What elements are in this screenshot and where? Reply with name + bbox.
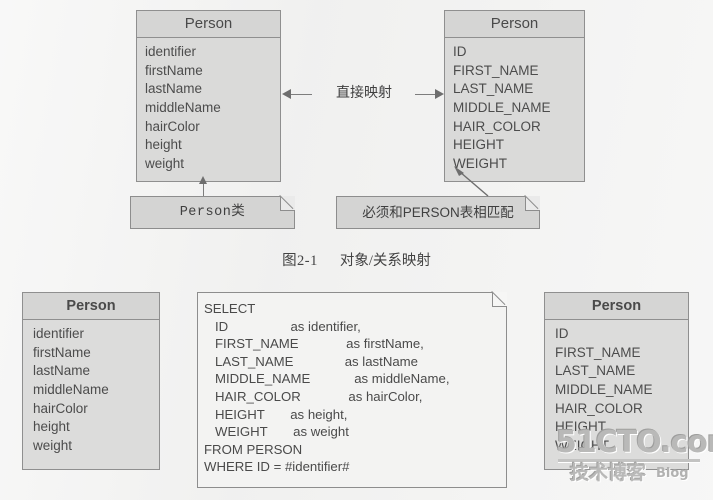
uml-attribute: FIRST_NAME — [555, 344, 641, 360]
uml-attribute: hairColor — [145, 118, 200, 134]
mapping-arrow-right — [435, 89, 444, 99]
uml-class-table-bottom: Person ID FIRST_NAME LAST_NAME MIDDLE_NA… — [544, 292, 689, 470]
note-person-class: Person类 — [130, 196, 295, 229]
note-fold-corner-icon — [280, 196, 295, 211]
bleed-through-text — [6, 60, 10, 76]
uml-attribute-list: identifier firstName lastName middleName… — [137, 38, 280, 177]
uml-attribute: identifier — [145, 44, 197, 59]
sql-query-text: SELECT ID as identifier, FIRST_NAME as f… — [204, 301, 450, 475]
uml-class-object-top: Person identifier firstName lastName mid… — [136, 10, 281, 182]
uml-attribute: WEIGHT — [555, 437, 609, 453]
figure-caption-number: 图2-1 — [282, 253, 318, 269]
note-fold-corner-icon — [525, 196, 540, 211]
uml-attribute: hairColor — [33, 400, 88, 416]
uml-attribute: weight — [33, 437, 73, 453]
uml-attribute: lastName — [145, 81, 203, 97]
uml-attribute: MIDDLE_NAME — [453, 99, 551, 115]
note-must-match-person-table: 必须和PERSON表相匹配 — [336, 196, 540, 229]
note-sql-query: SELECT ID as identifier, FIRST_NAME as f… — [197, 292, 507, 488]
scanned-page: Person identifier firstName lastName mid… — [0, 0, 713, 500]
uml-attribute-list: ID FIRST_NAME LAST_NAME MIDDLE_NAME HAIR… — [445, 38, 584, 177]
uml-attribute: weight — [145, 155, 185, 171]
uml-class-table-top: Person ID FIRST_NAME LAST_NAME MIDDLE_NA… — [444, 10, 585, 182]
uml-attribute: identifier — [33, 326, 85, 341]
note-connector-object — [203, 182, 204, 196]
note-text: Person类 — [179, 205, 246, 220]
uml-class-object-bottom: Person identifier firstName lastName mid… — [22, 292, 160, 470]
uml-attribute-list: ID FIRST_NAME LAST_NAME MIDDLE_NAME HAIR… — [545, 320, 688, 459]
uml-attribute: height — [145, 137, 182, 153]
uml-attribute: ID — [555, 326, 569, 341]
uml-attribute: firstName — [145, 62, 203, 78]
uml-attribute: LAST_NAME — [555, 363, 636, 379]
uml-class-title: Person — [23, 293, 159, 320]
mapping-connector-right-line — [415, 94, 437, 95]
mapping-connector-left-line — [290, 94, 312, 95]
figure-caption: 图2-1 对象/关系映射 — [0, 249, 713, 270]
uml-attribute: FIRST_NAME — [453, 62, 539, 78]
uml-attribute: LAST_NAME — [453, 81, 534, 97]
mapping-arrow-left — [282, 89, 291, 99]
uml-attribute: firstName — [33, 344, 91, 360]
uml-class-title: Person — [445, 11, 584, 38]
uml-class-title: Person — [137, 11, 280, 38]
uml-attribute: lastName — [33, 363, 91, 379]
uml-attribute: HEIGHT — [453, 137, 505, 153]
figure-caption-title: 对象/关系映射 — [339, 253, 431, 269]
uml-attribute: HAIR_COLOR — [555, 400, 643, 416]
note-connector-table — [454, 166, 489, 197]
uml-attribute: middleName — [33, 381, 109, 397]
mapping-label: 直接映射 — [336, 84, 392, 100]
uml-attribute: height — [33, 419, 70, 435]
note-text: 必须和PERSON表相匹配 — [362, 205, 514, 220]
uml-attribute: HEIGHT — [555, 419, 607, 435]
uml-attribute: HAIR_COLOR — [453, 118, 541, 134]
note-fold-corner-icon — [492, 292, 507, 307]
uml-attribute: ID — [453, 44, 467, 59]
note-connector-object-arrow — [199, 176, 207, 184]
bleed-through-text — [8, 18, 12, 34]
uml-attribute: MIDDLE_NAME — [555, 381, 653, 397]
uml-attribute: middleName — [145, 99, 221, 115]
uml-attribute-list: identifier firstName lastName middleName… — [23, 320, 159, 459]
uml-class-title: Person — [545, 293, 688, 320]
